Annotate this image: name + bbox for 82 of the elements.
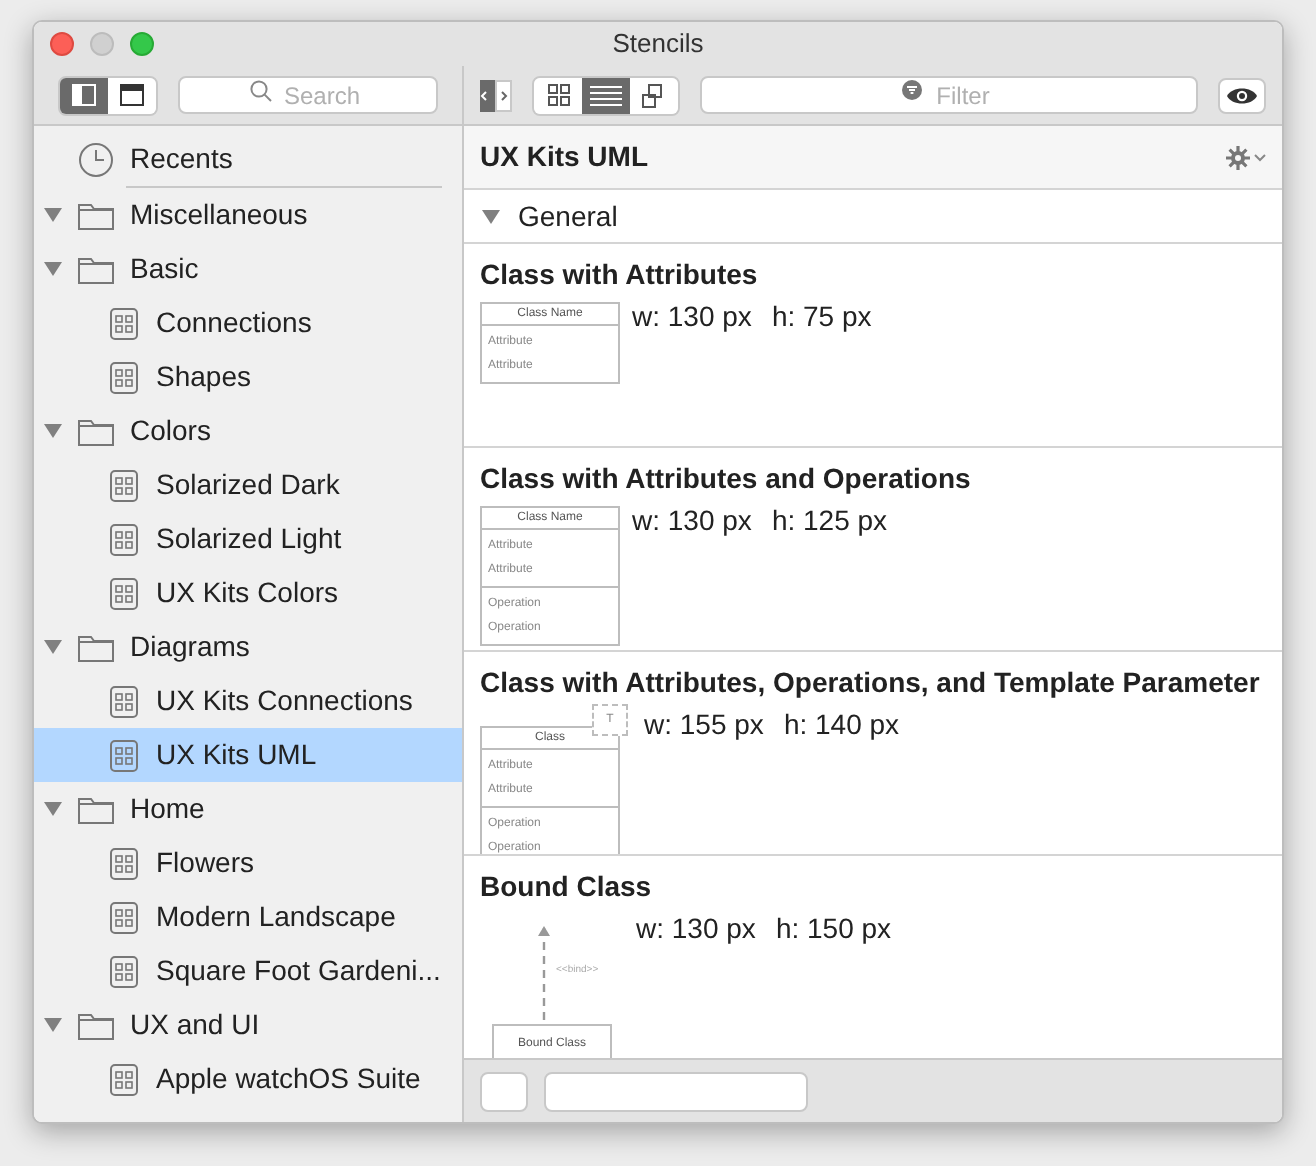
disclosure-triangle-icon[interactable] [44, 638, 62, 656]
sidebar-folder[interactable]: UX and UI [34, 998, 462, 1052]
dashed-arrow [536, 924, 552, 1024]
sidebar-folder[interactable]: Colors [34, 404, 462, 458]
stencil-title: UX Kits UML [480, 138, 648, 176]
stencil-icon [110, 307, 138, 339]
shape-title: Class with Attributes, Operations, and Template Parameter [480, 664, 1262, 702]
shape-width-text: w: 130 px [632, 298, 752, 336]
preview-button[interactable] [1218, 77, 1266, 113]
shape-width-text: w: 155 px [644, 706, 764, 744]
sidebar-folder[interactable]: Basic [34, 242, 462, 296]
filter-field[interactable]: Filter [700, 76, 1198, 114]
disclosure-triangle-icon[interactable] [44, 260, 62, 278]
sidebar-item[interactable]: Solarized Dark [34, 458, 462, 512]
overlapping-squares-icon [642, 83, 666, 107]
disclosure-triangle-icon[interactable] [44, 206, 62, 224]
stencil-icon [110, 361, 138, 393]
folder-icon [78, 255, 114, 283]
shape-title: Bound Class [480, 868, 654, 906]
folder-icon [78, 201, 114, 229]
zoom-button[interactable] [130, 32, 154, 56]
sidebar-item[interactable]: Flowers [34, 836, 462, 890]
layout-button[interactable] [108, 77, 156, 113]
shape-height-text: h: 75 px [771, 298, 872, 336]
sidebar-layout-icon [72, 84, 96, 106]
sidebar-item[interactable]: UX Kits Colors [34, 566, 462, 620]
shape-width-text: w: 130 px [632, 502, 752, 540]
view-mode-button[interactable] [534, 77, 582, 113]
shape-width-text: w: 130 px [636, 910, 756, 948]
sidebar-item[interactable]: UX Kits Connections [34, 674, 462, 728]
search-icon [250, 79, 272, 101]
sidebar-folder[interactable]: Diagrams [34, 620, 462, 674]
shape-height-text: h: 140 px [783, 706, 900, 744]
disclosure-triangle-icon[interactable] [44, 422, 62, 440]
close-button[interactable] [50, 32, 74, 56]
folder-icon [78, 417, 114, 445]
sidebar-item[interactable]: Apple watchOS Suite [34, 1052, 462, 1106]
shape-height-text: h: 125 px [771, 502, 888, 540]
clock-icon [78, 141, 114, 177]
sidebar-toggle-icon[interactable] [480, 79, 512, 111]
stencil-icon [110, 901, 138, 933]
disclosure-triangle-icon[interactable] [44, 1016, 62, 1034]
stencil-icon [110, 685, 138, 717]
text-field[interactable] [544, 1071, 808, 1111]
stencil-icon [110, 955, 138, 987]
sidebar-folder[interactable]: Miscellaneous [34, 188, 462, 242]
sidebar-item[interactable]: Solarized Light [34, 512, 462, 566]
shape-title: Class with Attributes and Operations [480, 460, 973, 498]
stencil-icon [110, 523, 138, 555]
disclosure-triangle-icon[interactable] [44, 800, 62, 818]
sidebar-item[interactable]: Recents [34, 132, 462, 186]
eye-icon [1226, 85, 1258, 105]
sidebar-item[interactable]: Connections [34, 296, 462, 350]
stencil-icon [110, 847, 138, 879]
view-mode-button[interactable] [582, 77, 630, 113]
top-bar-layout-icon [120, 84, 144, 106]
sidebar-item[interactable]: UX Kits UML [34, 728, 462, 782]
folder-icon [78, 1011, 114, 1039]
shape-height-text: h: 150 px [775, 910, 892, 948]
sidebar-item[interactable]: Modern Landscape [34, 890, 462, 944]
settings-menu-button[interactable] [1226, 145, 1266, 169]
sidebar-folder[interactable]: Home [34, 782, 462, 836]
shape-title: Class with Attributes [480, 256, 760, 294]
chevron-down-icon [1254, 153, 1266, 161]
grid-icon [547, 84, 569, 106]
stencil-icon [110, 739, 138, 771]
disclosure-triangle-icon[interactable] [482, 207, 500, 225]
window-title: Stencils [612, 26, 704, 63]
settings-icon [1226, 145, 1250, 169]
search-field[interactable]: Search [178, 76, 438, 114]
group-header[interactable]: General [464, 190, 1282, 244]
stencil-icon [110, 469, 138, 501]
filter-icon [901, 80, 921, 100]
layout-button[interactable] [60, 77, 108, 113]
view-mode-button[interactable] [630, 77, 678, 113]
stencil-icon [110, 1063, 138, 1095]
stencil-icon [110, 577, 138, 609]
folder-icon [78, 633, 114, 661]
sidebar-item[interactable]: Square Foot Gardeni... [34, 944, 462, 998]
sidebar-item[interactable]: Shapes [34, 350, 462, 404]
folder-icon [78, 795, 114, 823]
list-icon [590, 85, 622, 105]
